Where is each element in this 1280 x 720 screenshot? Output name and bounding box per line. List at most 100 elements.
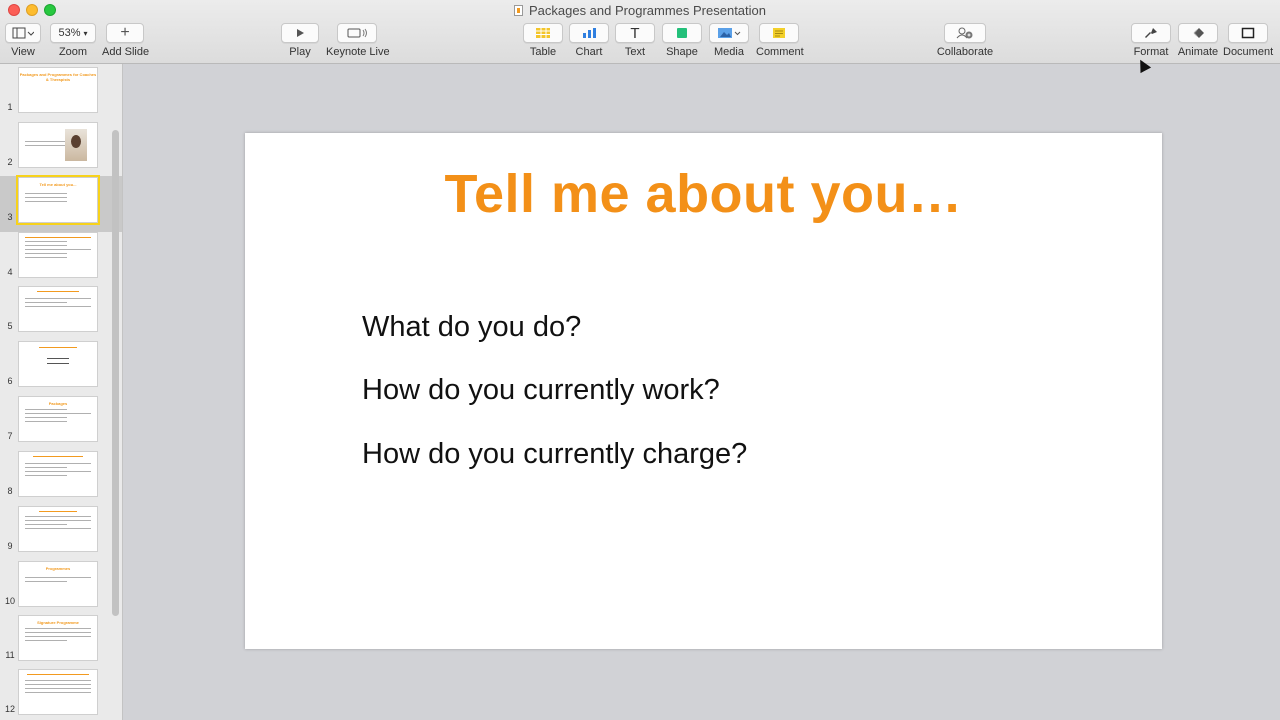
thumbnail-text-line bbox=[25, 528, 91, 529]
slide-number: 3 bbox=[7, 212, 13, 222]
slide-title[interactable]: Tell me about you… bbox=[245, 163, 1162, 225]
slide-thumbnail-10[interactable]: Programmes bbox=[18, 561, 98, 607]
animate-icon bbox=[1178, 23, 1218, 43]
thumbnail-title: Signature Programme bbox=[37, 620, 79, 625]
add-slide-button[interactable]: + Add Slide bbox=[102, 23, 150, 58]
slide-number: 2 bbox=[7, 157, 13, 167]
table-icon bbox=[523, 23, 563, 43]
slide-body-line-1[interactable]: What do you do? bbox=[362, 311, 581, 344]
slide-thumbnail-3[interactable]: Tell me about you... bbox=[16, 175, 100, 225]
slide-thumbnail-9[interactable] bbox=[18, 506, 98, 552]
table-label: Table bbox=[529, 46, 557, 58]
thumbnail-text-line bbox=[25, 249, 91, 250]
thumbnail-text-line bbox=[25, 680, 91, 681]
thumbnail-text-line bbox=[25, 471, 91, 472]
thumbnail-photo bbox=[65, 129, 87, 161]
view-button[interactable]: View bbox=[4, 23, 42, 58]
animate-button[interactable]: Animate bbox=[1176, 23, 1220, 58]
slide-number: 6 bbox=[7, 376, 13, 386]
media-icon bbox=[709, 23, 749, 43]
thumbnail-text-line bbox=[25, 463, 91, 464]
thumbnail-title: Tell me about you... bbox=[39, 182, 77, 187]
thumbnail-text-line bbox=[25, 141, 67, 142]
slide-number: 10 bbox=[4, 596, 15, 606]
thumbnail-text-line bbox=[25, 421, 67, 422]
slide-thumbnail-6[interactable] bbox=[18, 341, 98, 387]
thumbnail-text-line bbox=[25, 253, 67, 254]
slide-body-line-3[interactable]: How do you currently charge? bbox=[362, 438, 747, 471]
play-button[interactable]: Play bbox=[280, 23, 320, 58]
thumbnail-text-line bbox=[47, 363, 69, 364]
chart-button[interactable]: Chart bbox=[569, 23, 609, 58]
slide-thumbnail-8[interactable] bbox=[18, 451, 98, 497]
keynote-document-icon bbox=[513, 5, 523, 16]
navigator-scrollbar[interactable] bbox=[112, 130, 119, 616]
format-label: Format bbox=[1133, 46, 1169, 58]
thumbnail-text-line bbox=[25, 636, 91, 637]
slide-thumbnail-7[interactable]: Packages bbox=[18, 396, 98, 442]
keynote-live-label: Keynote Live bbox=[326, 46, 390, 58]
thumbnail-text-line bbox=[25, 628, 91, 629]
thumbnail-text-line bbox=[25, 193, 67, 194]
slide-number: 8 bbox=[7, 486, 13, 496]
collaborate-label: Collaborate bbox=[936, 46, 994, 58]
zoom-control[interactable]: 53% ▾ Zoom bbox=[50, 23, 96, 58]
slide-thumbnail-5[interactable] bbox=[18, 286, 98, 332]
zoom-select[interactable]: 53% ▾ bbox=[50, 23, 96, 43]
thumbnail-text-line bbox=[47, 358, 69, 359]
slide-number: 9 bbox=[7, 541, 13, 551]
thumbnail-text-line bbox=[25, 688, 91, 689]
chevron-down-icon: ▾ bbox=[83, 28, 88, 38]
slide-number: 11 bbox=[5, 650, 15, 660]
view-label: View bbox=[11, 46, 35, 58]
shape-icon bbox=[662, 23, 702, 43]
slide-thumbnail-1[interactable]: Packages and Programmes for Coaches & Th… bbox=[18, 67, 98, 113]
thumbnail-text-line bbox=[25, 306, 91, 307]
thumbnail-text-line bbox=[25, 298, 91, 299]
thumbnail-text-line bbox=[25, 245, 67, 246]
text-button[interactable]: T Text bbox=[615, 23, 655, 58]
thumbnail-title-line bbox=[39, 511, 77, 512]
thumbnail-title-line bbox=[37, 291, 79, 292]
collaborate-button[interactable]: Collaborate bbox=[935, 23, 995, 58]
document-label: Document bbox=[1223, 46, 1274, 58]
thumbnail-text-line bbox=[25, 302, 67, 303]
comment-button[interactable]: Comment bbox=[756, 23, 804, 58]
document-button[interactable]: Document bbox=[1223, 23, 1273, 58]
slide-thumbnail-2[interactable] bbox=[18, 122, 98, 168]
slide-thumbnail-12[interactable] bbox=[18, 669, 98, 715]
format-button[interactable]: Format bbox=[1130, 23, 1172, 58]
text-label: Text bbox=[624, 46, 646, 58]
shape-label: Shape bbox=[666, 46, 698, 58]
comment-icon bbox=[759, 23, 799, 43]
media-button[interactable]: Media bbox=[709, 23, 749, 58]
slide-body-line-2[interactable]: How do you currently work? bbox=[362, 374, 720, 407]
slide-number: 12 bbox=[4, 704, 15, 714]
play-label: Play bbox=[289, 46, 311, 58]
thumbnail-title: Packages bbox=[48, 401, 68, 406]
thumbnail-title: Programmes bbox=[45, 566, 71, 571]
shape-button[interactable]: Shape bbox=[661, 23, 703, 58]
animate-label: Animate bbox=[1177, 46, 1219, 58]
slide-thumbnail-4[interactable] bbox=[18, 232, 98, 278]
table-button[interactable]: Table bbox=[523, 23, 563, 58]
zoom-label: Zoom bbox=[58, 46, 88, 58]
thumbnail-text-line bbox=[25, 516, 91, 517]
slide-canvas[interactable]: Tell me about you… What do you do? How d… bbox=[245, 133, 1162, 649]
document-icon bbox=[1228, 23, 1268, 43]
slide-navigator: Packages and Programmes for Coaches & Th… bbox=[0, 64, 123, 720]
text-icon: T bbox=[615, 23, 655, 43]
thumbnail-text-line bbox=[25, 241, 67, 242]
thumbnail-text-line bbox=[25, 640, 67, 641]
thumbnail-title-line bbox=[39, 347, 77, 348]
paintbrush-icon bbox=[1131, 23, 1171, 43]
keynote-live-icon bbox=[337, 23, 377, 43]
add-slide-label: Add Slide bbox=[102, 46, 150, 58]
thumbnail-text-line bbox=[25, 475, 67, 476]
view-icon bbox=[5, 23, 41, 43]
keynote-live-button[interactable]: Keynote Live bbox=[326, 23, 390, 58]
slide-thumbnail-11[interactable]: Signature Programme bbox=[18, 615, 98, 661]
thumbnail-text-line bbox=[25, 467, 67, 468]
thumbnail-text-line bbox=[25, 692, 91, 693]
media-label: Media bbox=[714, 46, 744, 58]
